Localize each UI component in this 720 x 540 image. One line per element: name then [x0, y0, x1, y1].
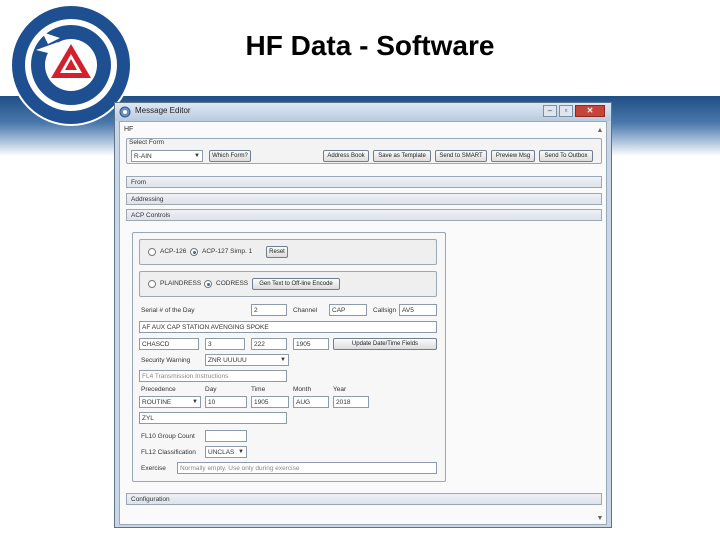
year-input[interactable]: 2018	[333, 396, 369, 408]
transmission-input[interactable]: FL4 Transmission Instructions	[139, 370, 287, 382]
day-label: Day	[205, 386, 217, 393]
window-titlebar[interactable]: Message Editor ‒ ▫ ✕	[115, 103, 611, 121]
group-count-label: FL10 Group Count	[141, 433, 195, 440]
acp127-radio[interactable]	[190, 248, 198, 256]
callsign-label: Callsign	[373, 307, 397, 314]
time-input[interactable]: 1905	[251, 396, 289, 408]
exercise-input[interactable]: Normally empty. Use only during exercise	[177, 462, 437, 474]
chevron-down-icon: ▼	[192, 399, 198, 405]
day-input[interactable]: 10	[205, 396, 247, 408]
address-book-button[interactable]: Address Book	[323, 150, 369, 162]
row3-field-3[interactable]: 222	[251, 338, 287, 350]
acp126-label: ACP-126	[160, 248, 187, 255]
time-label: Time	[251, 386, 266, 393]
acp126-radio[interactable]	[148, 248, 156, 256]
codress-radio[interactable]	[204, 280, 212, 288]
plaindress-radio[interactable]	[148, 280, 156, 288]
send-to-outbox-button[interactable]: Send To Outbox	[539, 150, 593, 162]
row3-field-2[interactable]: 3	[205, 338, 245, 350]
chevron-down-icon: ▼	[280, 357, 286, 363]
classification-select[interactable]: UNCLAS ▼	[205, 446, 247, 458]
fl7-input[interactable]: ZYL	[139, 412, 287, 424]
station-input[interactable]: AF AUX CAP STATION AVENGING SPOKE	[139, 321, 437, 333]
exercise-label: Exercise	[141, 465, 166, 472]
send-to-smart-button[interactable]: Send to SMART	[435, 150, 487, 162]
update-datetime-button[interactable]: Update Date/Time Fields	[333, 338, 437, 350]
close-button[interactable]: ✕	[575, 105, 605, 117]
form-select-value: R-AIN	[134, 153, 152, 160]
app-icon	[119, 106, 131, 118]
window-client: HF Select Form R-AIN ▼ Which Form? Addre…	[119, 121, 607, 525]
row3-field-1[interactable]: CHASCD	[139, 338, 199, 350]
callsign-input[interactable]: AV5	[399, 304, 437, 316]
minimize-button[interactable]: ‒	[543, 105, 557, 117]
form-select[interactable]: R-AIN ▼	[131, 150, 203, 162]
window-title: Message Editor	[135, 106, 191, 115]
slide-title: HF Data - Software	[245, 30, 495, 61]
acp-controls-section[interactable]: ACP Controls	[126, 209, 602, 221]
year-label: Year	[333, 386, 347, 393]
from-section[interactable]: From	[126, 176, 602, 188]
precedence-label: Precedence	[141, 386, 176, 393]
acp127-label: ACP-127 Simp. 1	[202, 248, 253, 255]
preview-msg-button[interactable]: Preview Msg	[491, 150, 535, 162]
select-form-label: Select Form	[129, 139, 165, 146]
reset-button[interactable]: Reset	[266, 246, 288, 258]
group-count-input[interactable]	[205, 430, 247, 442]
plaindress-label: PLAINDRESS	[160, 280, 202, 287]
month-label: Month	[293, 386, 312, 393]
serial-label: Serial # of the Day	[141, 307, 195, 314]
tab-hf[interactable]: HF	[124, 126, 133, 133]
save-as-template-button[interactable]: Save as Template	[373, 150, 431, 162]
maximize-button[interactable]: ▫	[559, 105, 573, 117]
channel-input[interactable]: CAP	[329, 304, 367, 316]
codress-label: CODRESS	[216, 280, 249, 287]
scroll-up-icon[interactable]: ▲	[596, 126, 604, 136]
security-select-value: ZNR UUUUU	[208, 357, 247, 364]
gen-text-encode-button[interactable]: Gen Text to Off-line Encode	[252, 278, 340, 290]
serial-input[interactable]: 2	[251, 304, 287, 316]
security-label: Security Warning	[141, 357, 191, 364]
security-select[interactable]: ZNR UUUUU ▼	[205, 354, 289, 366]
precedence-select[interactable]: ROUTINE ▼	[139, 396, 201, 408]
which-form-button[interactable]: Which Form?	[209, 150, 251, 162]
classification-select-value: UNCLAS	[208, 449, 235, 456]
scroll-down-icon[interactable]: ▼	[596, 514, 604, 524]
channel-label: Channel	[293, 307, 318, 314]
month-input[interactable]: AUG	[293, 396, 329, 408]
acp-mode-box: ACP-126 ACP-127 Simp. 1 Reset	[139, 239, 437, 265]
text-mode-box: PLAINDRESS CODRESS Gen Text to Off-line …	[139, 271, 437, 297]
chevron-down-icon: ▼	[194, 153, 200, 159]
precedence-select-value: ROUTINE	[142, 399, 172, 406]
acp-panel: ACP-126 ACP-127 Simp. 1 Reset PLAINDRESS…	[132, 232, 446, 482]
addressing-section[interactable]: Addressing	[126, 193, 602, 205]
message-editor-window: Message Editor ‒ ▫ ✕ HF Select Form R-AI…	[114, 102, 612, 528]
select-form-group: Select Form R-AIN ▼ Which Form? Address …	[126, 138, 602, 164]
row3-field-4[interactable]: 1905	[293, 338, 329, 350]
configuration-section[interactable]: Configuration	[126, 493, 602, 505]
classification-label: FL12 Classification	[141, 449, 196, 456]
chevron-down-icon: ▼	[238, 449, 244, 455]
